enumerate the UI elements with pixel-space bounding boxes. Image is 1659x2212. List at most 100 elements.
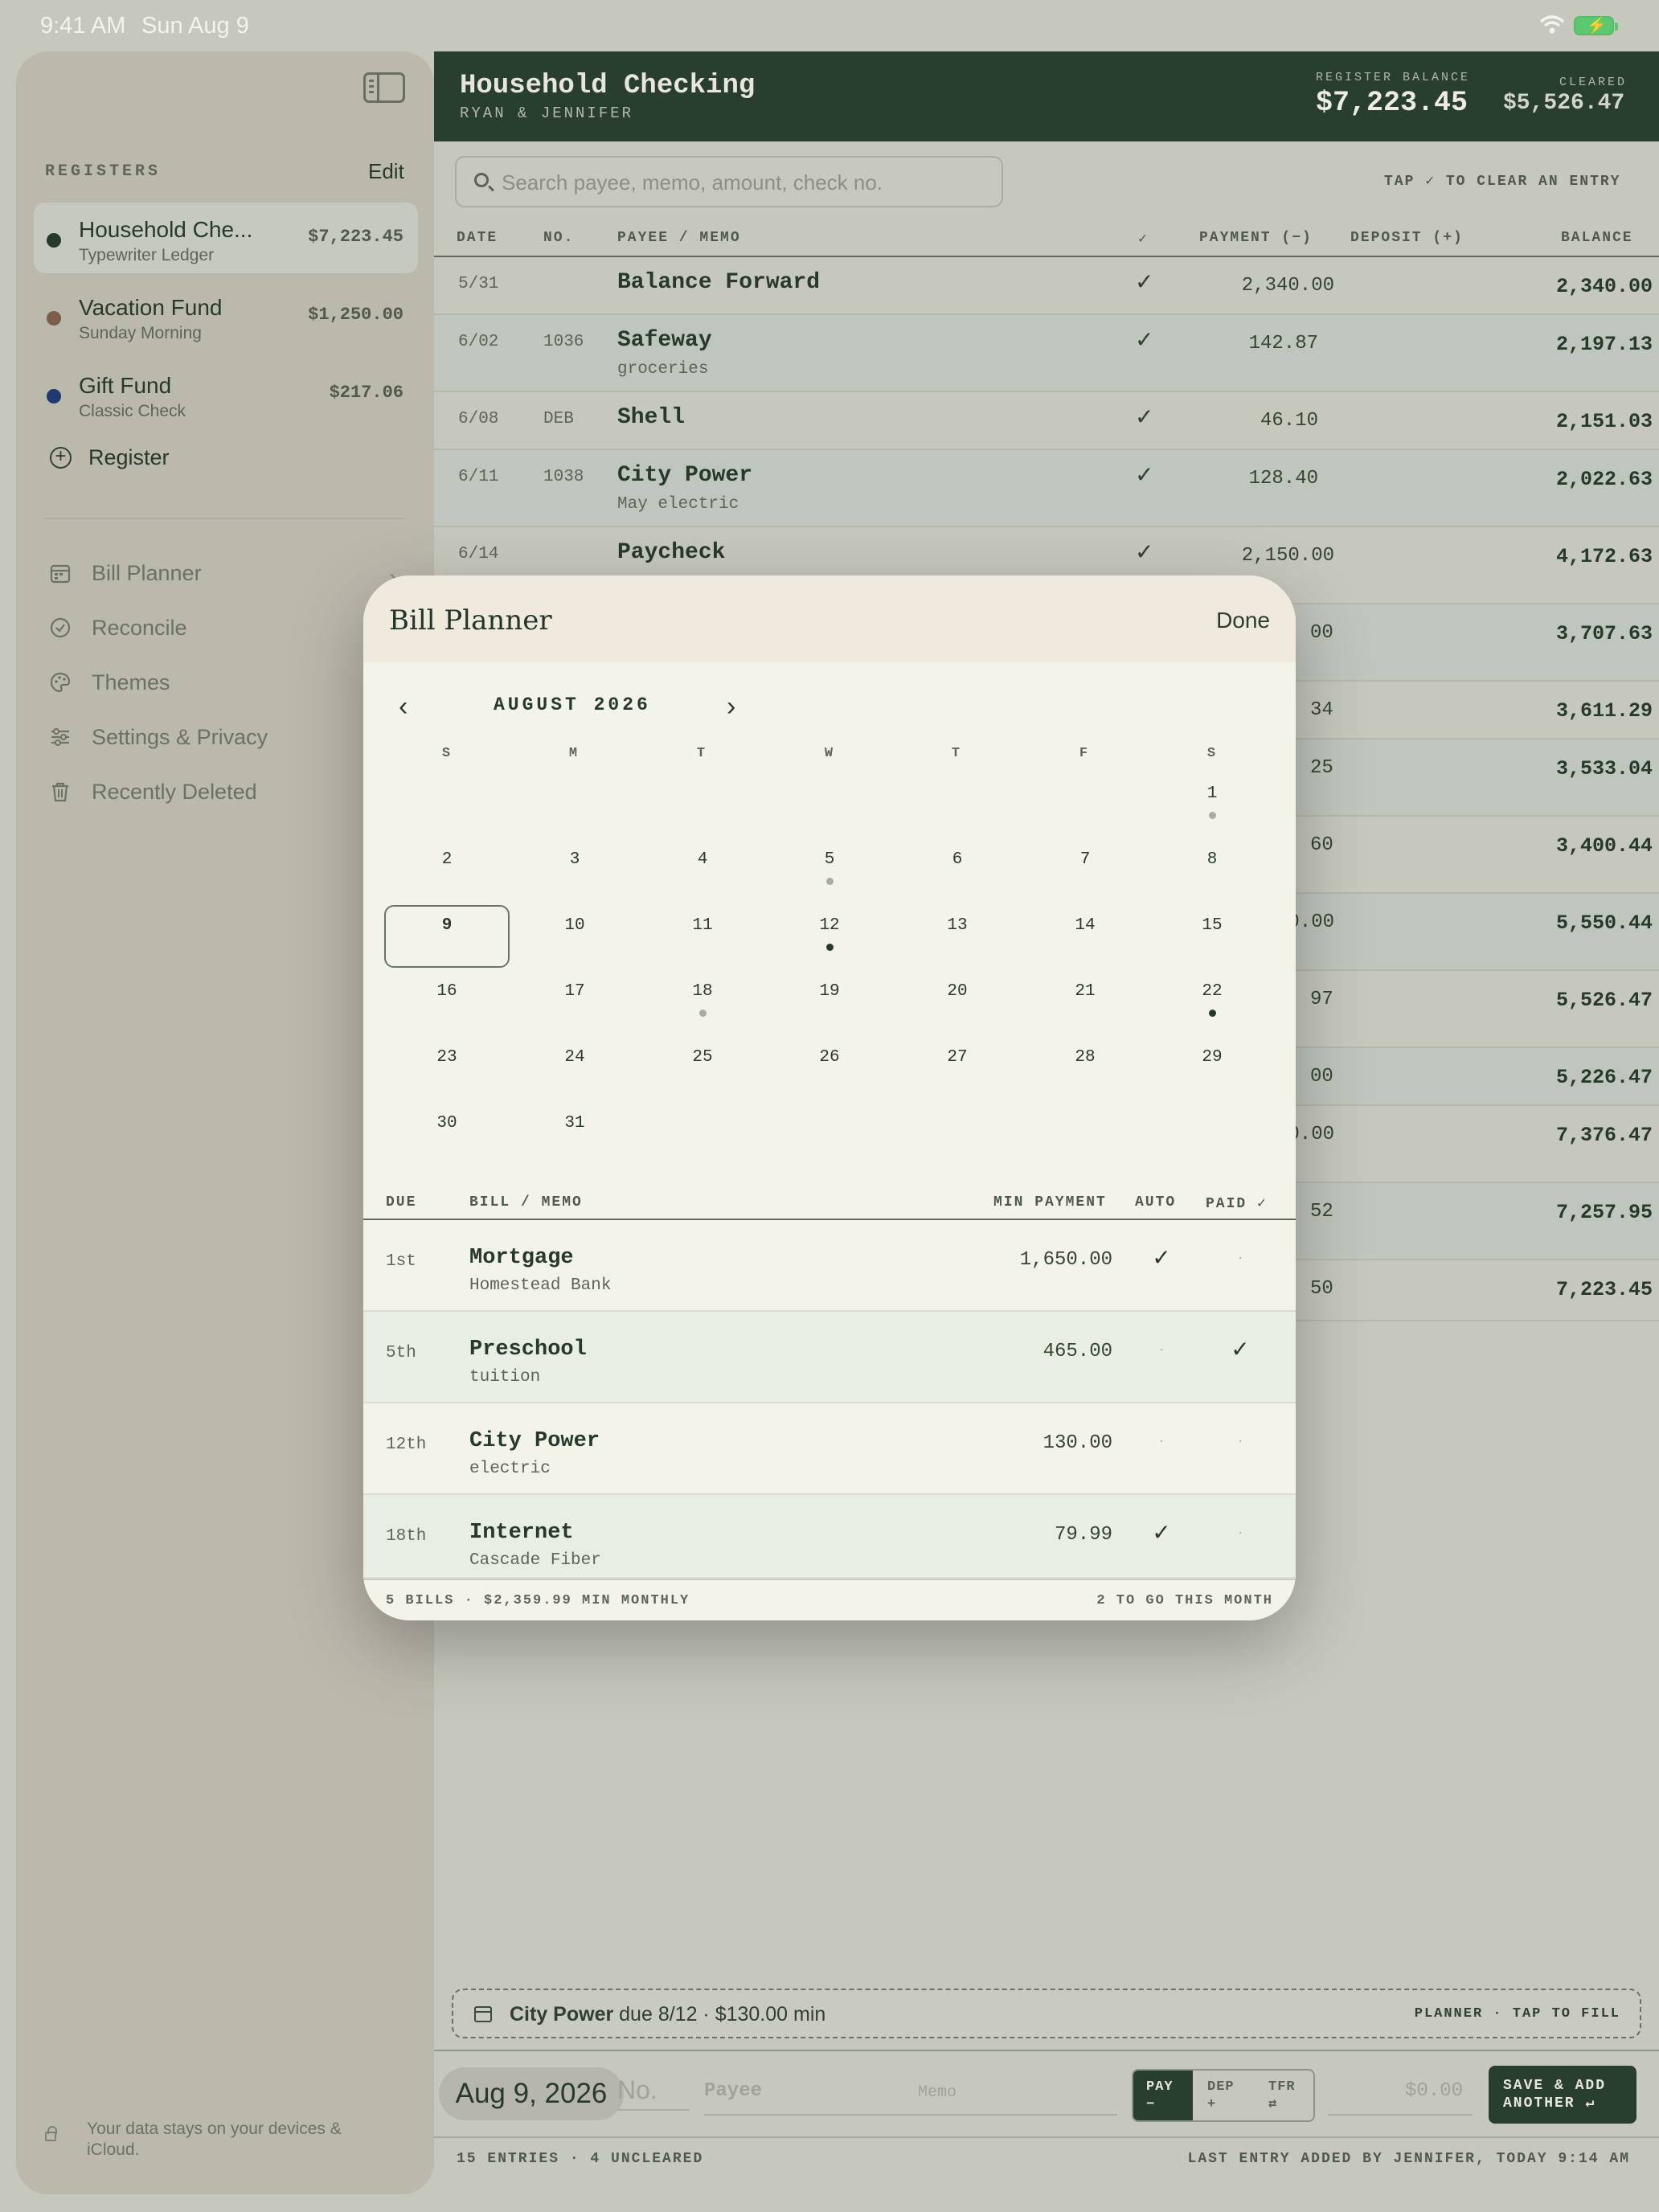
calendar-day[interactable]: 7 (1022, 839, 1148, 902)
bill-row[interactable]: 12th City Power electric 130.00 · · (363, 1403, 1296, 1495)
status-bar: 9:41 AM Sun Aug 9 ⚡ (0, 0, 1659, 51)
register-item-vacation[interactable]: Vacation Fund Sunday Morning $1,250.00 (34, 281, 418, 351)
calendar-day[interactable]: 26 (767, 1037, 892, 1100)
type-pay-option[interactable]: PAY − (1133, 2071, 1193, 2120)
calendar-day[interactable]: 28 (1022, 1037, 1148, 1100)
autopay-check-icon[interactable]: ✓ (1149, 1519, 1174, 1546)
check-number-field[interactable]: No. (617, 2075, 690, 2111)
bill-memo: tuition (469, 1368, 541, 1387)
bill-name: Mortgage (469, 1246, 574, 1270)
bill-row[interactable]: 18th Internet Cascade Fiber 79.99 ✓ · (363, 1495, 1296, 1579)
autopay-toggle[interactable]: · (1149, 1432, 1174, 1449)
calendar-day[interactable]: 29 (1149, 1037, 1275, 1100)
calendar-day[interactable]: 12 (767, 905, 892, 968)
chevron-left-icon[interactable]: ‹ (399, 691, 408, 723)
calendar-day[interactable]: 13 (895, 905, 1020, 968)
table-row[interactable]: 6/11 1038 City Power May electric ✓ 128.… (434, 450, 1659, 527)
type-label: DEP (1207, 2079, 1235, 2095)
entry-date-picker[interactable]: Aug 9, 2026 (439, 2067, 624, 2120)
col-payment: PAYMENT (−) (1199, 230, 1313, 246)
calendar-day[interactable]: 25 (640, 1037, 765, 1100)
autopay-toggle[interactable]: · (1149, 1341, 1174, 1358)
cleared-check-icon[interactable]: ✓ (1135, 461, 1153, 488)
day-number: 31 (564, 1114, 585, 1133)
register-item-gift[interactable]: Gift Fund Classic Check $217.06 (34, 358, 418, 429)
calendar-day[interactable]: 5 (767, 839, 892, 902)
save-and-add-button[interactable]: SAVE & ADD ANOTHER ↵ (1489, 2066, 1636, 2124)
calendar-day[interactable]: 23 (384, 1037, 510, 1100)
nav-label: Themes (92, 670, 170, 694)
bill-row[interactable]: 1st Mortgage Homestead Bank 1,650.00 ✓ · (363, 1220, 1296, 1312)
weekday-label: S (441, 746, 453, 761)
calendar-day[interactable]: 1 (1149, 773, 1275, 836)
calendar-day[interactable]: 19 (767, 971, 892, 1034)
chevron-right-icon[interactable]: › (727, 691, 735, 723)
planner-suggestion-banner[interactable]: City Power due 8/12 · $130.00 min PLANNE… (452, 1989, 1641, 2038)
calendar-day[interactable]: 22 (1149, 971, 1275, 1034)
col-payee: PAYEE / MEMO (617, 230, 741, 246)
register-name: Vacation Fund (79, 295, 223, 320)
entry-date: 6/08 (458, 410, 499, 428)
register-owners: RYAN & JENNIFER (460, 104, 634, 122)
register-header: Household Checking RYAN & JENNIFER REGIS… (434, 51, 1659, 141)
entry-date: 5/31 (458, 275, 499, 293)
calendar-day[interactable]: 8 (1149, 839, 1275, 902)
calendar-day[interactable]: 16 (384, 971, 510, 1034)
calendar-day[interactable]: 3 (512, 839, 637, 902)
paid-toggle[interactable]: · (1228, 1432, 1252, 1449)
calendar-day[interactable]: 11 (640, 905, 765, 968)
day-number: 19 (819, 982, 840, 1001)
search-field[interactable]: Search payee, memo, amount, check no. (455, 156, 1003, 207)
calendar-icon (50, 564, 71, 584)
calendar-day[interactable]: 2 (384, 839, 510, 902)
col-date: DATE (457, 230, 498, 246)
calendar-day[interactable]: 6 (895, 839, 1020, 902)
day-number: 7 (1079, 850, 1091, 869)
table-row[interactable]: 6/08 DEB Shell ✓ 46.10 2,151.03 (434, 392, 1659, 450)
calendar-day[interactable]: 17 (512, 971, 637, 1034)
table-row[interactable]: 6/02 1036 Safeway groceries ✓ 142.87 2,1… (434, 315, 1659, 392)
day-number: 5 (824, 850, 835, 869)
payee-field[interactable]: Payee (704, 2080, 918, 2116)
memo-field[interactable]: Memo (918, 2080, 1117, 2116)
cleared-check-icon[interactable]: ✓ (1135, 539, 1153, 565)
bill-row[interactable]: 5th Preschool tuition 465.00 · ✓ (363, 1312, 1296, 1403)
type-transfer-option[interactable]: TFR ⇄ (1256, 2071, 1313, 2120)
cleared-check-icon[interactable]: ✓ (1135, 403, 1153, 430)
sidebar-divider (45, 518, 405, 519)
edit-registers-button[interactable]: Edit (368, 159, 404, 184)
done-button[interactable]: Done (1216, 608, 1270, 633)
calendar-day[interactable]: 18 (640, 971, 765, 1034)
table-row[interactable]: 5/31 Balance Forward ✓ 2,340.00 2,340.00 (434, 257, 1659, 315)
calendar-day-today[interactable]: 9 (384, 905, 510, 968)
autopay-check-icon[interactable]: ✓ (1149, 1244, 1174, 1271)
bill-due-dot (826, 944, 834, 951)
calendar-day[interactable]: 27 (895, 1037, 1020, 1100)
calendar-day[interactable]: 21 (1022, 971, 1148, 1034)
paid-check-icon[interactable]: ✓ (1228, 1336, 1252, 1362)
entry-balance: 5,526.47 (1555, 989, 1653, 1012)
calendar-day[interactable]: 30 (384, 1103, 510, 1165)
col-balance: BALANCE (1561, 230, 1633, 246)
battery-icon: ⚡ (1574, 16, 1618, 35)
bill-due: 5th (386, 1344, 416, 1362)
paid-toggle[interactable]: · (1228, 1524, 1252, 1541)
register-balance: $217.06 (329, 383, 403, 403)
calendar-day[interactable]: 14 (1022, 905, 1148, 968)
sidebar-toggle-icon[interactable] (363, 72, 405, 103)
register-item-household[interactable]: Household Che... Typewriter Ledger $7,22… (34, 203, 418, 273)
cleared-check-icon[interactable]: ✓ (1135, 268, 1153, 295)
bill-name: City Power (469, 1429, 600, 1453)
weekday-label: S (1206, 746, 1218, 761)
calendar-day[interactable]: 20 (895, 971, 1020, 1034)
calendar-day[interactable]: 31 (512, 1103, 637, 1165)
calendar-day[interactable]: 24 (512, 1037, 637, 1100)
calendar-day[interactable]: 10 (512, 905, 637, 968)
amount-field[interactable]: $0.00 (1328, 2080, 1473, 2116)
type-deposit-option[interactable]: DEP + (1194, 2071, 1254, 2120)
calendar-day[interactable]: 15 (1149, 905, 1275, 968)
paid-toggle[interactable]: · (1228, 1249, 1252, 1266)
cleared-check-icon[interactable]: ✓ (1135, 326, 1153, 353)
calendar-day[interactable]: 4 (640, 839, 765, 902)
bill-min-payment: 465.00 (1043, 1341, 1112, 1362)
